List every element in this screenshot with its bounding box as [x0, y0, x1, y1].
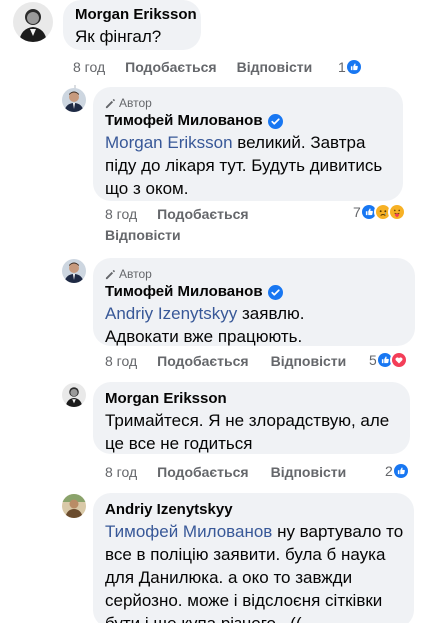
comment-time[interactable]: 8 год [105, 206, 137, 222]
comment-actions: 8 год Подобається Відповісти [105, 352, 346, 370]
avatar-tymofiy[interactable] [62, 88, 86, 112]
comment-text: Як фінгал? [75, 27, 162, 46]
comment-bubble: Автор Тимофей Милованов Morgan Eriksson … [93, 87, 403, 201]
avatar-tymofiy[interactable] [62, 259, 86, 283]
comment-text: Andriy Izenytskyy заявлю. Адвокати вже п… [105, 302, 345, 348]
comment-bubble: Morgan Eriksson Як фінгал? [63, 0, 201, 50]
avatar-andriy[interactable] [62, 494, 86, 518]
love-icon [389, 351, 408, 369]
comment-actions: 8 год Подобається Відповісти [73, 58, 312, 76]
avatar-morgan[interactable] [62, 383, 86, 407]
verified-badge-icon [267, 284, 283, 300]
comment-bubble: Автор Тимофей Милованов Andriy Izenytsky… [93, 258, 415, 346]
comment-time[interactable]: 8 год [105, 464, 137, 480]
mention-link[interactable]: Morgan Eriksson [105, 133, 233, 152]
like-button[interactable]: Подобається [125, 59, 216, 75]
reply-button[interactable]: Відповісти [237, 59, 313, 75]
reaction-summary[interactable]: 2 [385, 462, 410, 480]
like-button[interactable]: Подобається [157, 353, 248, 369]
care-icon [387, 203, 406, 221]
avatar-tymofiy-image [62, 88, 86, 112]
like-icon [391, 462, 410, 480]
avatar-tymofiy-image [62, 259, 86, 283]
author-tag-label: Автор [119, 267, 152, 281]
author-tag: Автор [105, 95, 391, 111]
pencil-icon [105, 269, 115, 279]
like-button[interactable]: Подобається [157, 206, 248, 222]
verified-badge-icon [267, 113, 283, 129]
comment-author-name[interactable]: Тимофей Милованов [105, 282, 263, 302]
comment-text: Тримайтеся. Я не злорадствую, але це все… [105, 411, 390, 453]
comment-author[interactable]: Andriy Izenytskyy [105, 500, 402, 520]
comment-author[interactable]: Тимофей Милованов [105, 111, 391, 131]
reaction-summary[interactable]: 5 [369, 351, 408, 369]
reaction-summary[interactable]: 7 [353, 203, 406, 221]
author-tag-label: Автор [119, 96, 152, 110]
reaction-summary[interactable]: 1 [338, 58, 363, 76]
comment-author[interactable]: Тимофей Милованов [105, 282, 403, 302]
comment-actions: 8 год Подобається Відповісти [105, 463, 346, 481]
avatar-morgan-image [13, 2, 53, 42]
avatar-morgan[interactable] [13, 2, 53, 42]
reply-button[interactable]: Відповісти [271, 464, 347, 480]
avatar-andriy-image [62, 494, 86, 518]
mention-link[interactable]: Тимофей Милованов [105, 522, 272, 541]
avatar-morgan-image [62, 383, 86, 407]
comment-author[interactable]: Morgan Eriksson [105, 389, 398, 409]
reply-button[interactable]: Відповісти [105, 227, 181, 243]
mention-link[interactable]: Andriy Izenytskyy [105, 304, 237, 323]
like-icon [344, 58, 363, 76]
comment-bubble: Andriy Izenytskyy Тимофей Милованов ну в… [93, 493, 414, 623]
like-button[interactable]: Подобається [157, 464, 248, 480]
comment-time[interactable]: 8 год [73, 59, 105, 75]
comment-time[interactable]: 8 год [105, 353, 137, 369]
author-tag: Автор [105, 266, 403, 282]
pencil-icon [105, 98, 115, 108]
comment-bubble: Morgan Eriksson Тримайтеся. Я не злорадс… [93, 382, 410, 454]
comment-actions: 8 год Подобається [105, 205, 249, 223]
reply-button[interactable]: Відповісти [271, 353, 347, 369]
comment-text: Тимофей Милованов ну вартувало то все в … [105, 520, 405, 623]
comment-text: Morgan Eriksson великий. Завтра піду до … [105, 131, 391, 200]
comment-author-name[interactable]: Тимофей Милованов [105, 111, 263, 131]
comment-author[interactable]: Morgan Eriksson [75, 5, 197, 25]
